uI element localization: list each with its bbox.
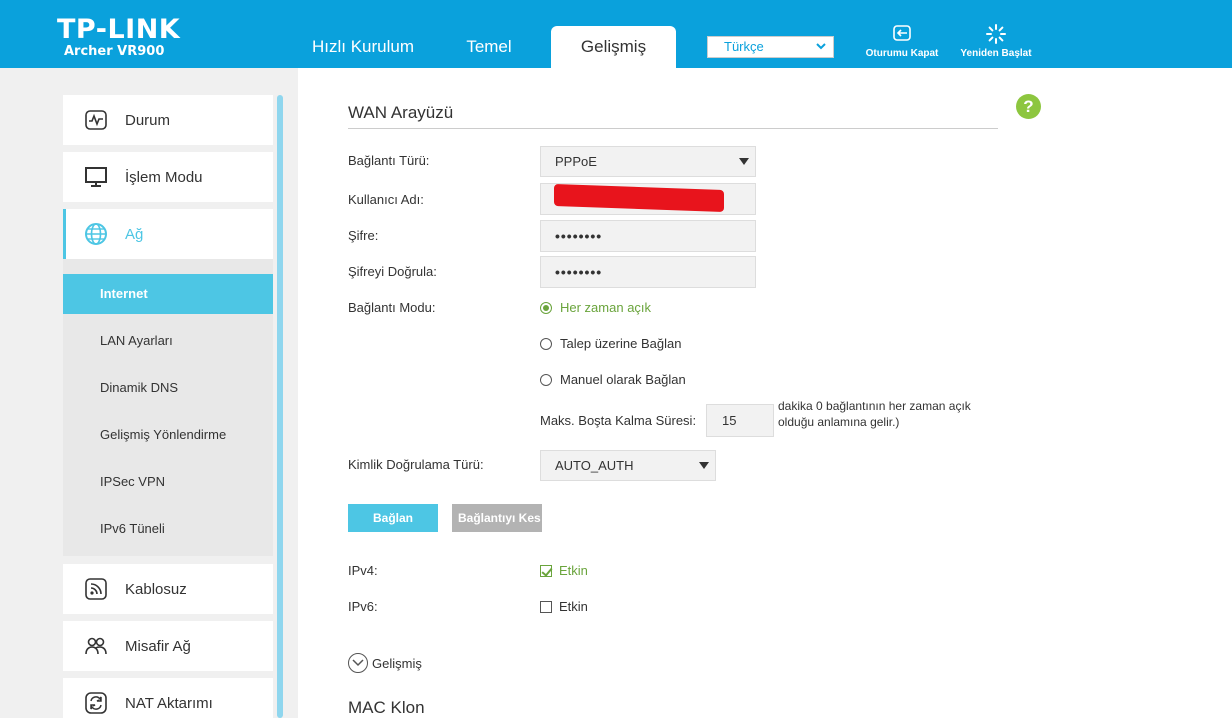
caret-down-icon [699, 462, 709, 469]
submenu-item-ddns[interactable]: Dinamik DNS [63, 368, 273, 408]
ipv6-label: IPv6: [348, 599, 378, 614]
password-field[interactable]: •••••••• [540, 220, 756, 252]
radio-circle [540, 373, 552, 386]
tab-basic[interactable]: Temel [446, 26, 532, 68]
ipv4-label: IPv4: [348, 563, 378, 578]
auth-type-select[interactable]: AUTO_AUTH [540, 450, 716, 481]
reboot-button[interactable]: Yeniden Başlat [956, 24, 1036, 59]
submenu-item-ipsec[interactable]: IPSec VPN [63, 462, 273, 502]
nat-icon [84, 691, 108, 715]
confirm-password-field[interactable]: •••••••• [540, 256, 756, 288]
model-name: Archer VR900 [64, 44, 165, 59]
sidebar-item-label: İşlem Modu [125, 168, 203, 186]
connection-type-select[interactable]: PPPoE [540, 146, 756, 177]
monitor-icon [84, 165, 108, 189]
connection-type-label: Bağlantı Türü: [348, 153, 430, 168]
globe-icon [84, 222, 108, 246]
sidebar-item-network[interactable]: Ağ [63, 209, 273, 259]
logout-button[interactable]: Oturumu Kapat [862, 24, 942, 59]
sidebar-item-status[interactable]: Durum [63, 95, 273, 145]
connect-button[interactable]: Bağlan [348, 504, 438, 532]
connection-type-value: PPPoE [555, 154, 597, 169]
caret-down-icon [739, 158, 749, 165]
username-field[interactable] [540, 183, 756, 215]
sidebar-item-label: Misafir Ağ [125, 637, 191, 655]
idle-time-input[interactable]: 15 [706, 404, 774, 437]
tab-advanced[interactable]: Gelişmiş [551, 26, 676, 68]
chevron-down-icon [348, 653, 368, 673]
sidebar-item-nat[interactable]: NAT Aktarımı [63, 678, 273, 718]
chevron-down-icon [815, 37, 827, 63]
connection-mode-label: Bağlantı Modu: [348, 300, 436, 315]
sidebar-item-guest-network[interactable]: Misafir Ağ [63, 621, 273, 671]
ipv6-enable-checkbox[interactable]: Etkin [540, 599, 588, 614]
tab-quick-setup[interactable]: Hızlı Kurulum [290, 26, 436, 68]
mac-clone-title: MAC Klon [348, 698, 425, 717]
idle-time-note: dakika 0 bağlantının her zaman açık oldu… [778, 399, 971, 429]
sidebar-item-label: Durum [125, 111, 171, 129]
advanced-toggle[interactable]: Gelişmiş [348, 653, 422, 673]
reboot-icon [985, 24, 1007, 44]
auth-type-value: AUTO_AUTH [555, 458, 634, 473]
language-value: Türkçe [724, 39, 764, 54]
idle-time-value: 15 [722, 413, 737, 428]
sidebar-scrollbar[interactable] [277, 95, 283, 718]
radio-on-demand[interactable]: Talep üzerine Bağlan [540, 336, 681, 351]
advanced-label: Gelişmiş [372, 655, 422, 671]
password-value: •••••••• [555, 228, 603, 244]
sidebar-item-operation-mode[interactable]: İşlem Modu [63, 152, 273, 202]
top-header: TP-LINK Archer VR900 Hızlı Kurulum Temel… [0, 0, 1232, 68]
checkbox-label: Etkin [559, 563, 588, 578]
guest-icon [84, 634, 108, 658]
brand-logo: TP-LINK [57, 14, 181, 45]
wireless-icon [84, 577, 108, 601]
redaction-mark [554, 184, 724, 212]
checkbox-box [540, 564, 552, 577]
reboot-label: Yeniden Başlat [960, 48, 1032, 59]
language-select[interactable]: Türkçe [707, 36, 834, 58]
page-title: WAN Arayüzü [348, 103, 454, 122]
status-icon [84, 108, 108, 132]
help-icon[interactable]: ? [1016, 94, 1041, 119]
radio-circle [540, 337, 552, 350]
submenu-item-lan[interactable]: LAN Ayarları [63, 321, 273, 361]
divider [348, 128, 998, 129]
password-label: Şifre: [348, 228, 379, 243]
logout-icon [891, 24, 913, 44]
confirm-password-label: Şifreyi Doğrula: [348, 264, 437, 279]
checkbox-label: Etkin [559, 599, 588, 614]
sidebar-item-label: NAT Aktarımı [125, 694, 213, 712]
checkbox-box [540, 600, 552, 613]
radio-label: Talep üzerine Bağlan [560, 336, 682, 351]
logout-label: Oturumu Kapat [865, 48, 939, 59]
ipv4-enable-checkbox[interactable]: Etkin [540, 563, 588, 578]
submenu-item-internet[interactable]: Internet [63, 274, 273, 314]
confirm-password-value: •••••••• [555, 264, 603, 280]
auth-type-label: Kimlik Doğrulama Türü: [348, 457, 484, 472]
radio-always-on[interactable]: Her zaman açık [540, 300, 651, 315]
idle-time-label: Maks. Boşta Kalma Süresi: [540, 413, 697, 428]
disconnect-button[interactable]: Bağlantıyı Kes [452, 504, 542, 532]
submenu-item-routing[interactable]: Gelişmiş Yönlendirme [63, 415, 273, 455]
radio-label: Manuel olarak Bağlan [560, 372, 686, 387]
sidebar-item-wireless[interactable]: Kablosuz [63, 564, 273, 614]
network-submenu: Internet LAN Ayarları Dinamik DNS Gelişm… [63, 259, 273, 556]
sidebar-item-label: Kablosuz [125, 580, 187, 598]
radio-label: Her zaman açık [560, 300, 652, 315]
radio-circle [540, 301, 552, 314]
sidebar-item-label: Ağ [125, 225, 144, 243]
username-label: Kullanıcı Adı: [348, 192, 424, 207]
radio-manual[interactable]: Manuel olarak Bağlan [540, 372, 686, 387]
submenu-item-ipv6-tunnel[interactable]: IPv6 Tüneli [63, 509, 273, 549]
